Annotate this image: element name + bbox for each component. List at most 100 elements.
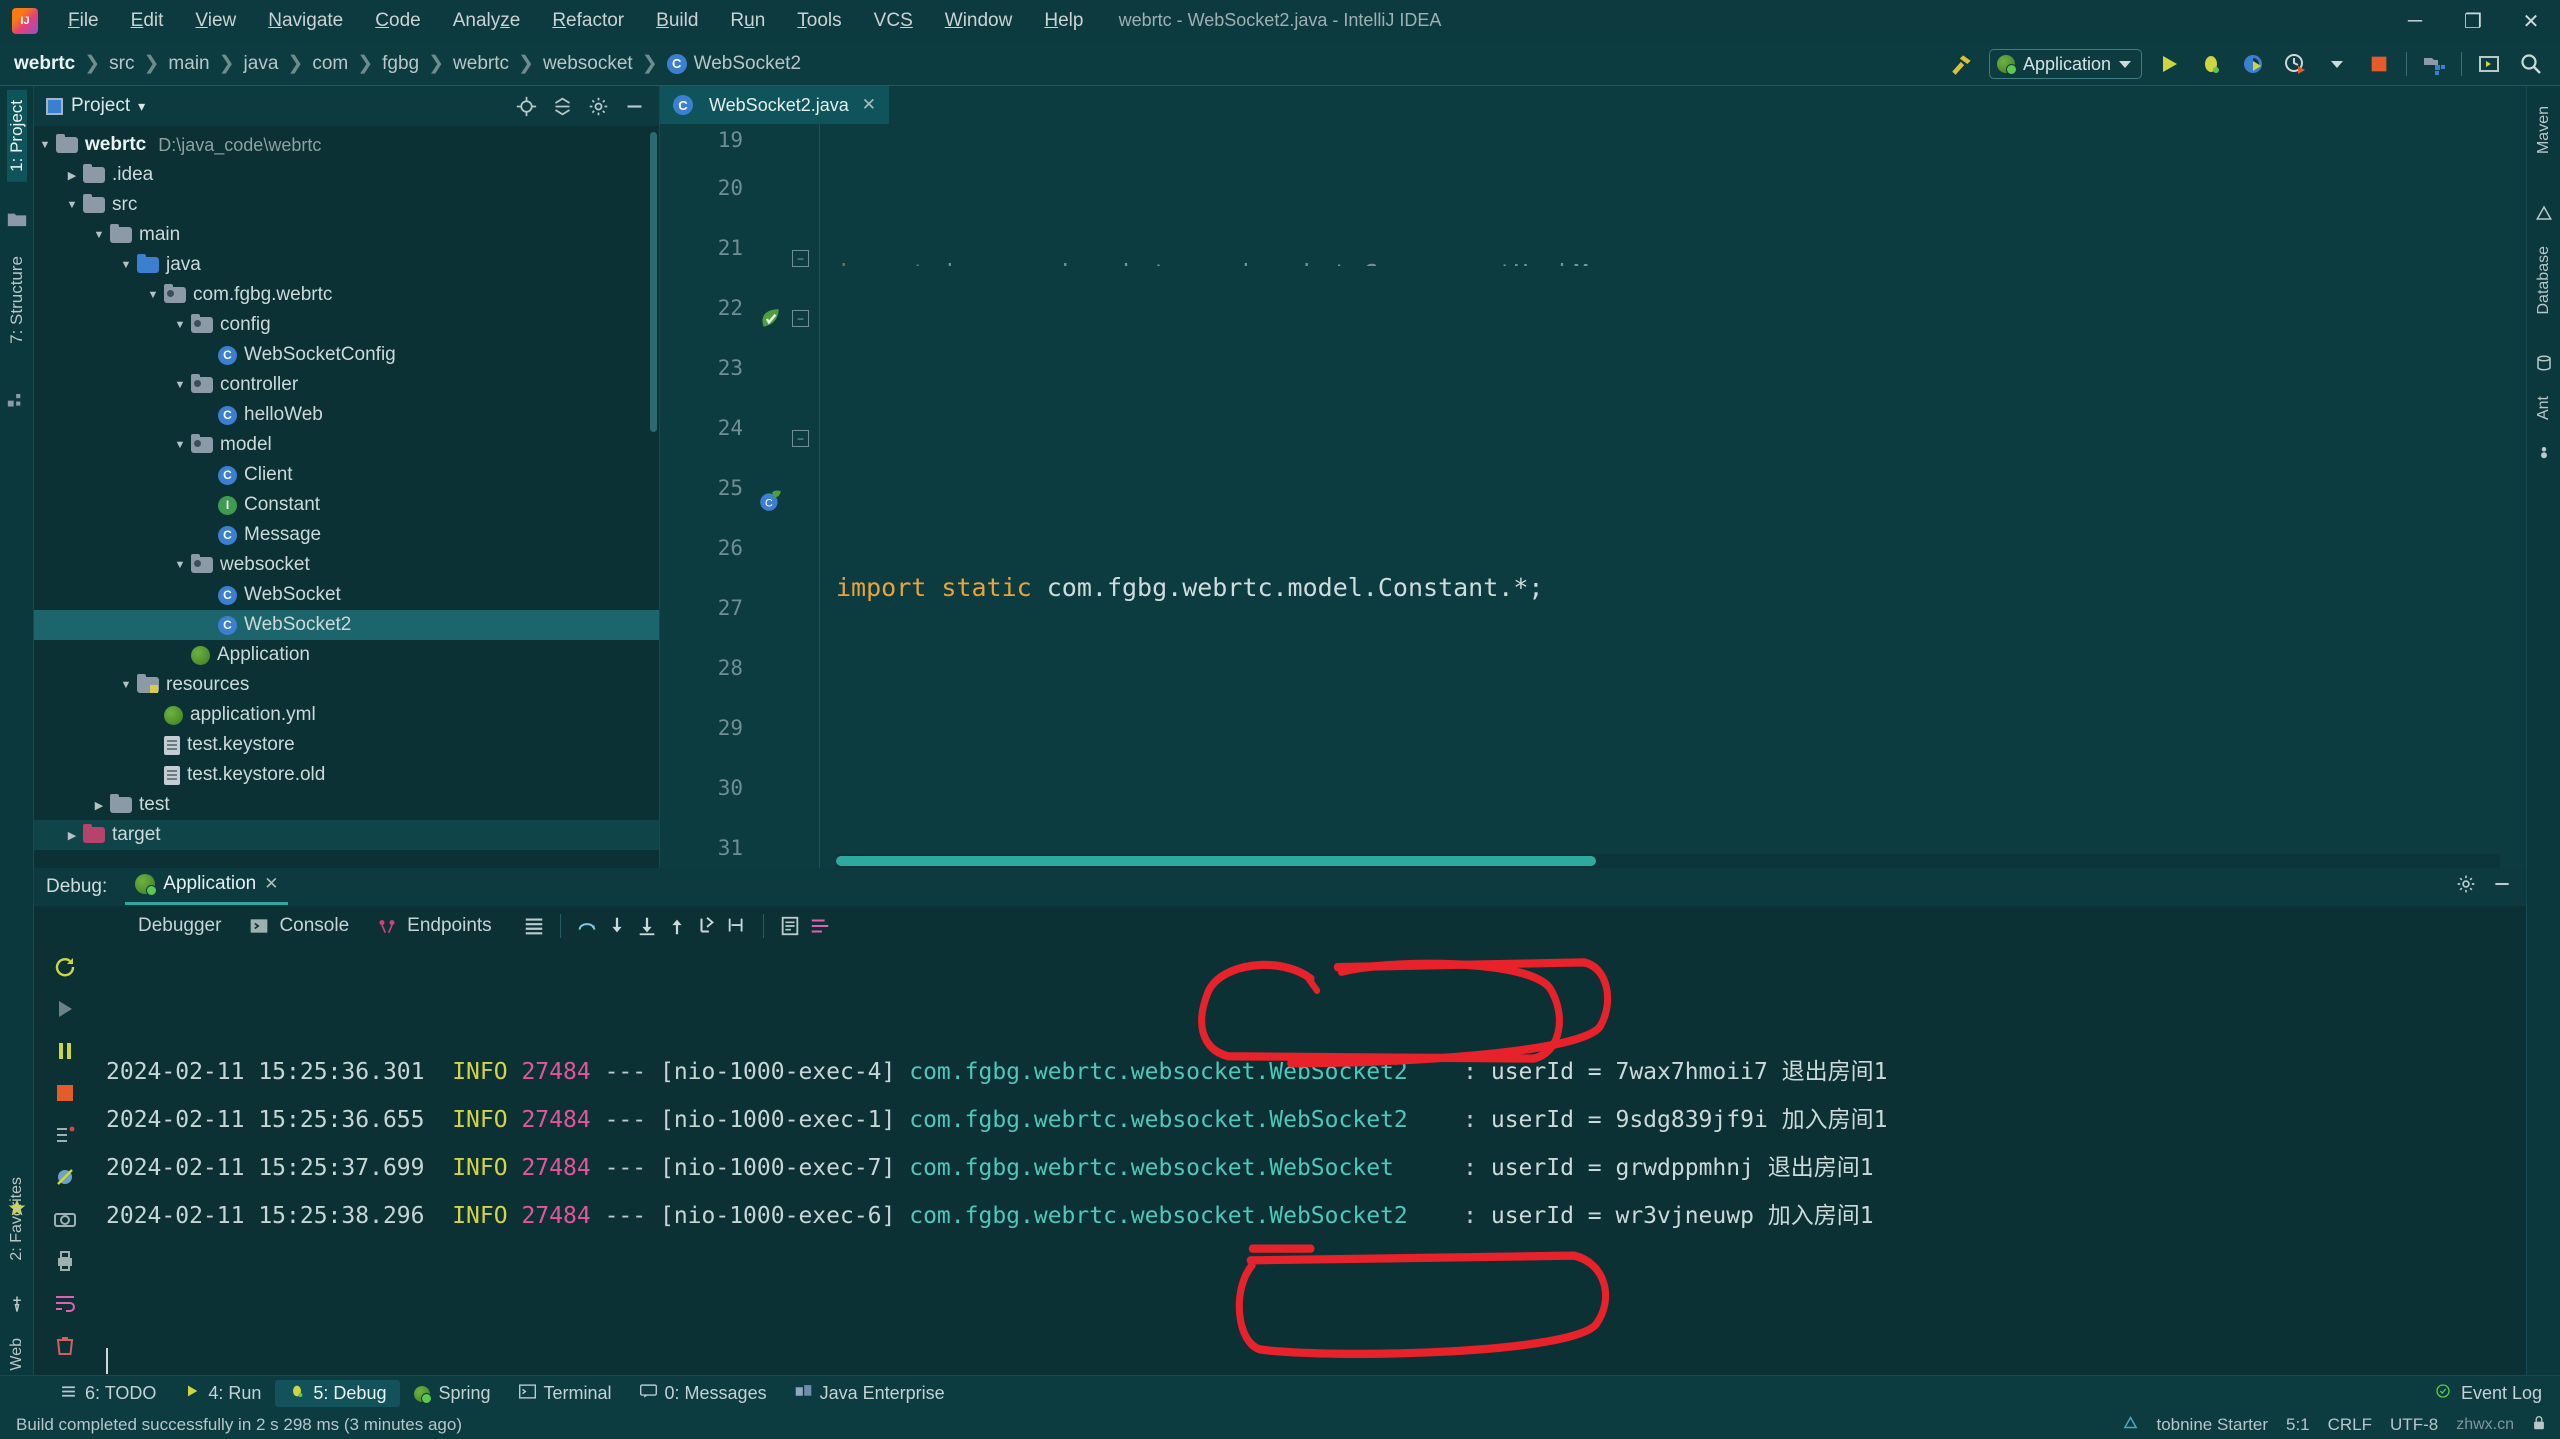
- menu-navigate[interactable]: Navigate: [252, 6, 359, 36]
- tree-expand-arrow[interactable]: ▼: [115, 679, 137, 691]
- menu-analyze[interactable]: Analyze: [437, 6, 537, 36]
- run-with-coverage-icon[interactable]: [2238, 49, 2268, 79]
- ant-icon[interactable]: [2527, 438, 2560, 468]
- mute-breakpoints-icon[interactable]: [50, 1162, 80, 1192]
- tree-row[interactable]: ▼ model: [34, 430, 659, 460]
- code-text[interactable]: import javax.websocket.onwebsocket.Concu…: [820, 124, 2500, 868]
- search-everywhere-icon[interactable]: [2516, 49, 2546, 79]
- print-icon[interactable]: [50, 1246, 80, 1276]
- tree-expand-arrow[interactable]: ▼: [34, 139, 56, 151]
- step-into-icon[interactable]: [605, 914, 629, 938]
- tree-expand-arrow[interactable]: ▶: [61, 169, 83, 182]
- fold-marker-25[interactable]: −: [792, 430, 809, 447]
- camera-icon[interactable]: [50, 1204, 80, 1234]
- fold-marker-23[interactable]: −: [792, 310, 809, 327]
- tree-row[interactable]: ▼ src: [34, 190, 659, 220]
- line-separator[interactable]: CRLF: [2328, 1415, 2372, 1435]
- tree-row[interactable]: ▼ main: [34, 220, 659, 250]
- bottom-tab-todo[interactable]: 6: TODO: [46, 1380, 170, 1408]
- tree-row[interactable]: ▶test.keystore.old: [34, 760, 659, 790]
- tree-row[interactable]: ▶ test: [34, 790, 659, 820]
- sidebar-tab-database[interactable]: Database: [2535, 236, 2553, 325]
- spring-class-gutter-icon[interactable]: C: [757, 488, 783, 514]
- menu-vcs[interactable]: VCS: [858, 6, 929, 36]
- tree-row[interactable]: ▶CWebSocketConfig: [34, 340, 659, 370]
- tab-debugger[interactable]: Debugger: [96, 911, 231, 941]
- bottom-tab-spring[interactable]: Spring: [400, 1380, 504, 1407]
- breadcrumb-item-2[interactable]: main: [168, 53, 209, 75]
- collapse-all-icon[interactable]: [551, 95, 573, 117]
- project-folder-icon[interactable]: [0, 204, 34, 234]
- profiler-dropdown-icon[interactable]: [2322, 49, 2352, 79]
- tree-expand-arrow[interactable]: ▼: [142, 289, 164, 301]
- tree-row[interactable]: ▼ controller: [34, 370, 659, 400]
- settings-list-icon[interactable]: [808, 914, 832, 938]
- tree-row[interactable]: ▶ target: [34, 820, 659, 850]
- menu-edit[interactable]: Edit: [115, 6, 180, 36]
- tab-console[interactable]: Console: [237, 911, 359, 941]
- tree-expand-arrow[interactable]: ▼: [169, 379, 191, 391]
- tree-row[interactable]: ▼ java: [34, 250, 659, 280]
- tree-expand-arrow[interactable]: ▼: [169, 319, 191, 331]
- structure-icon[interactable]: [0, 384, 34, 414]
- menu-help[interactable]: Help: [1028, 6, 1099, 36]
- project-tree-scrollbar[interactable]: [650, 132, 657, 432]
- tree-expand-arrow[interactable]: ▼: [169, 559, 191, 571]
- step-out-icon[interactable]: [665, 914, 689, 938]
- tree-row[interactable]: ▼ com.fgbg.webrtc: [34, 280, 659, 310]
- tree-row[interactable]: ▶CWebSocket: [34, 580, 659, 610]
- breadcrumb-item-7[interactable]: websocket: [543, 53, 633, 75]
- lock-icon[interactable]: [2532, 1415, 2546, 1436]
- menu-refactor[interactable]: Refactor: [536, 6, 640, 36]
- tab-endpoints[interactable]: Endpoints: [365, 911, 502, 941]
- spring-bean-gutter-icon[interactable]: [757, 306, 783, 332]
- tree-row[interactable]: ▼ config: [34, 310, 659, 340]
- resume-icon[interactable]: [50, 994, 80, 1024]
- tree-expand-arrow[interactable]: ▼: [88, 229, 110, 241]
- sidebar-tab-favorites[interactable]: 2: Favorites: [8, 1167, 26, 1271]
- plugin-icon[interactable]: [2123, 1415, 2138, 1435]
- sidebar-tab-project[interactable]: 1: Project: [7, 90, 27, 182]
- project-tree[interactable]: ▼ webrtc D:\java_code\webrtc ▶ .idea ▼ src ▼ mai…: [34, 126, 659, 868]
- hide-panel-icon[interactable]: [2492, 874, 2512, 900]
- sidebar-tab-ant[interactable]: Ant: [2535, 386, 2553, 430]
- settings-gear-icon[interactable]: [2456, 874, 2476, 900]
- tree-row[interactable]: ▶ .idea: [34, 160, 659, 190]
- maximize-button[interactable]: ❐: [2444, 0, 2502, 42]
- profiler-icon[interactable]: [2280, 49, 2310, 79]
- tree-row[interactable]: ▶IConstant: [34, 490, 659, 520]
- bottom-tab-terminal[interactable]: Terminal: [505, 1380, 626, 1407]
- sidebar-tab-maven[interactable]: Maven: [2535, 96, 2553, 164]
- close-icon[interactable]: ✕: [264, 874, 278, 894]
- fold-marker-21[interactable]: −: [792, 250, 809, 267]
- breadcrumb-item-0[interactable]: webrtc: [14, 53, 75, 75]
- tree-row[interactable]: ▶CMessage: [34, 520, 659, 550]
- bottom-tab-debug[interactable]: 5: Debug: [275, 1380, 401, 1407]
- database-icon[interactable]: [2527, 348, 2560, 378]
- breadcrumb-item-4[interactable]: com: [312, 53, 348, 75]
- soft-wrap-icon[interactable]: [50, 1288, 80, 1318]
- tree-row[interactable]: ▶CClient: [34, 460, 659, 490]
- sidebar-tab-structure[interactable]: 7: Structure: [7, 246, 27, 354]
- debug-icon[interactable]: [2196, 49, 2226, 79]
- run-icon[interactable]: [2154, 49, 2184, 79]
- rerun-icon[interactable]: [50, 952, 80, 982]
- event-log-label[interactable]: Event Log: [2461, 1383, 2542, 1404]
- hide-panel-icon[interactable]: [623, 95, 645, 117]
- tree-expand-arrow[interactable]: ▼: [115, 259, 137, 271]
- scrollbar-thumb[interactable]: [836, 856, 1596, 866]
- close-icon[interactable]: ✕: [862, 95, 876, 115]
- menu-build[interactable]: Build: [640, 6, 714, 36]
- editor-gutter[interactable]: 19 20 21 22 23 24 25 26 27 28 29 30 31 C − − −: [660, 124, 820, 868]
- tree-row[interactable]: ▶ChelloWeb: [34, 400, 659, 430]
- close-button[interactable]: ✕: [2502, 0, 2560, 42]
- breadcrumb-file[interactable]: WebSocket2: [694, 53, 801, 75]
- hide-window-icon[interactable]: [2474, 49, 2504, 79]
- stop-icon[interactable]: [50, 1078, 80, 1108]
- sidebar-tab-web[interactable]: Web: [8, 1328, 26, 1381]
- bottom-tab-run[interactable]: 4: Run: [170, 1380, 275, 1407]
- tree-row[interactable]: ▶test.keystore: [34, 730, 659, 760]
- chevron-down-icon[interactable]: ▾: [138, 98, 145, 115]
- menu-code[interactable]: Code: [359, 6, 436, 36]
- menu-window[interactable]: Window: [929, 6, 1029, 36]
